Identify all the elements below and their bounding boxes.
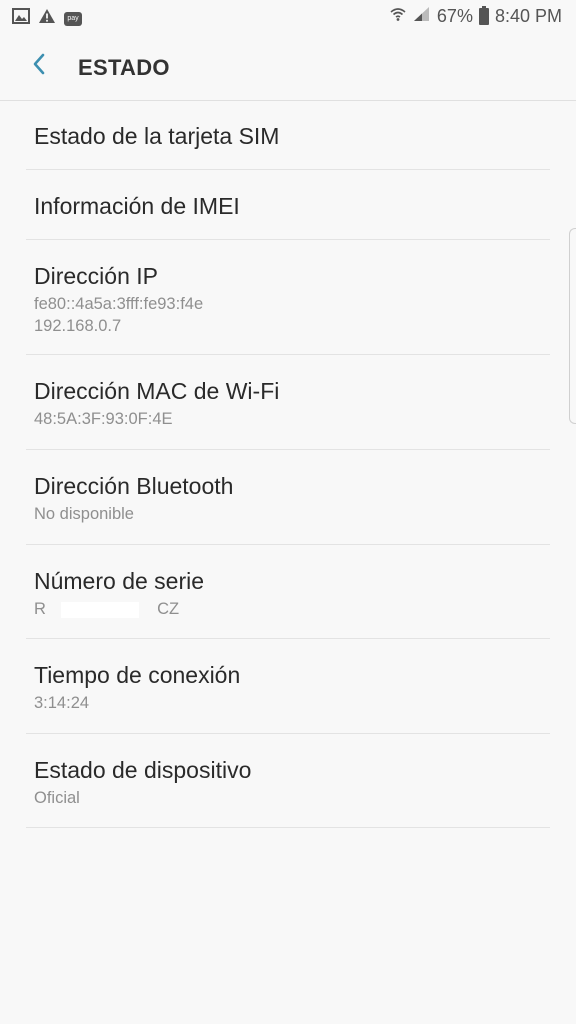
list-item-uptime[interactable]: Tiempo de conexión 3:14:24 bbox=[26, 639, 550, 734]
list-item-title: Estado de dispositivo bbox=[34, 757, 252, 783]
uptime-value: 3:14:24 bbox=[34, 694, 90, 712]
list-item-title: Información de IMEI bbox=[34, 193, 240, 219]
status-bar: pay 67% 8:40 PM bbox=[0, 0, 576, 34]
page-title: ESTADO bbox=[78, 55, 170, 80]
list-item-serial-number[interactable]: Número de serie R CZ bbox=[26, 545, 550, 639]
bluetooth-address-value: No disponible bbox=[34, 505, 134, 523]
serial-prefix: R bbox=[34, 600, 46, 618]
battery-percent: 67% bbox=[436, 6, 473, 26]
clock: 8:40 PM bbox=[494, 6, 562, 26]
list-item-sim-status[interactable]: Estado de la tarjeta SIM bbox=[26, 100, 550, 170]
list-item-title: Tiempo de conexión bbox=[34, 662, 241, 688]
ip-v4-value: 192.168.0.7 bbox=[34, 317, 122, 335]
list-item-bluetooth-address[interactable]: Dirección Bluetooth No disponible bbox=[26, 450, 550, 545]
redaction-mask bbox=[60, 601, 139, 618]
device-status-value: Oficial bbox=[34, 789, 80, 807]
list-item-imei[interactable]: Información de IMEI bbox=[26, 170, 550, 240]
list-item-ip-address[interactable]: Dirección IP fe80::4a5a:3fff:fe93:f4e 19… bbox=[26, 240, 550, 355]
list-item-wifi-mac[interactable]: Dirección MAC de Wi-Fi 48:5A:3F:93:0F:4E bbox=[26, 355, 550, 450]
ip-v6-value: fe80::4a5a:3fff:fe93:f4e bbox=[34, 295, 204, 313]
status-list: Estado de la tarjeta SIM Información de … bbox=[26, 100, 550, 828]
list-item-title: Dirección Bluetooth bbox=[34, 473, 234, 499]
image-icon bbox=[12, 8, 30, 29]
app-bar: ESTADO bbox=[0, 34, 576, 101]
list-item-title: Dirección IP bbox=[34, 263, 158, 289]
wifi-icon bbox=[389, 6, 407, 27]
back-button[interactable] bbox=[22, 49, 56, 83]
notification-icons: pay bbox=[12, 8, 82, 29]
chevron-left-icon bbox=[31, 52, 47, 81]
list-item-device-status[interactable]: Estado de dispositivo Oficial bbox=[26, 734, 550, 828]
signal-icon bbox=[413, 6, 431, 27]
system-indicators: 67% 8:40 PM bbox=[389, 6, 562, 27]
warning-icon bbox=[38, 8, 56, 29]
list-item-title: Número de serie bbox=[34, 568, 205, 594]
serial-suffix: CZ bbox=[157, 600, 180, 618]
serial-number-value: R CZ bbox=[34, 598, 550, 620]
edge-panel-handle[interactable] bbox=[569, 228, 576, 424]
list-item-title: Estado de la tarjeta SIM bbox=[34, 123, 280, 149]
pay-icon: pay bbox=[64, 11, 82, 26]
battery-icon bbox=[478, 6, 489, 25]
list-item-title: Dirección MAC de Wi-Fi bbox=[34, 378, 280, 404]
wifi-mac-value: 48:5A:3F:93:0F:4E bbox=[34, 410, 173, 428]
